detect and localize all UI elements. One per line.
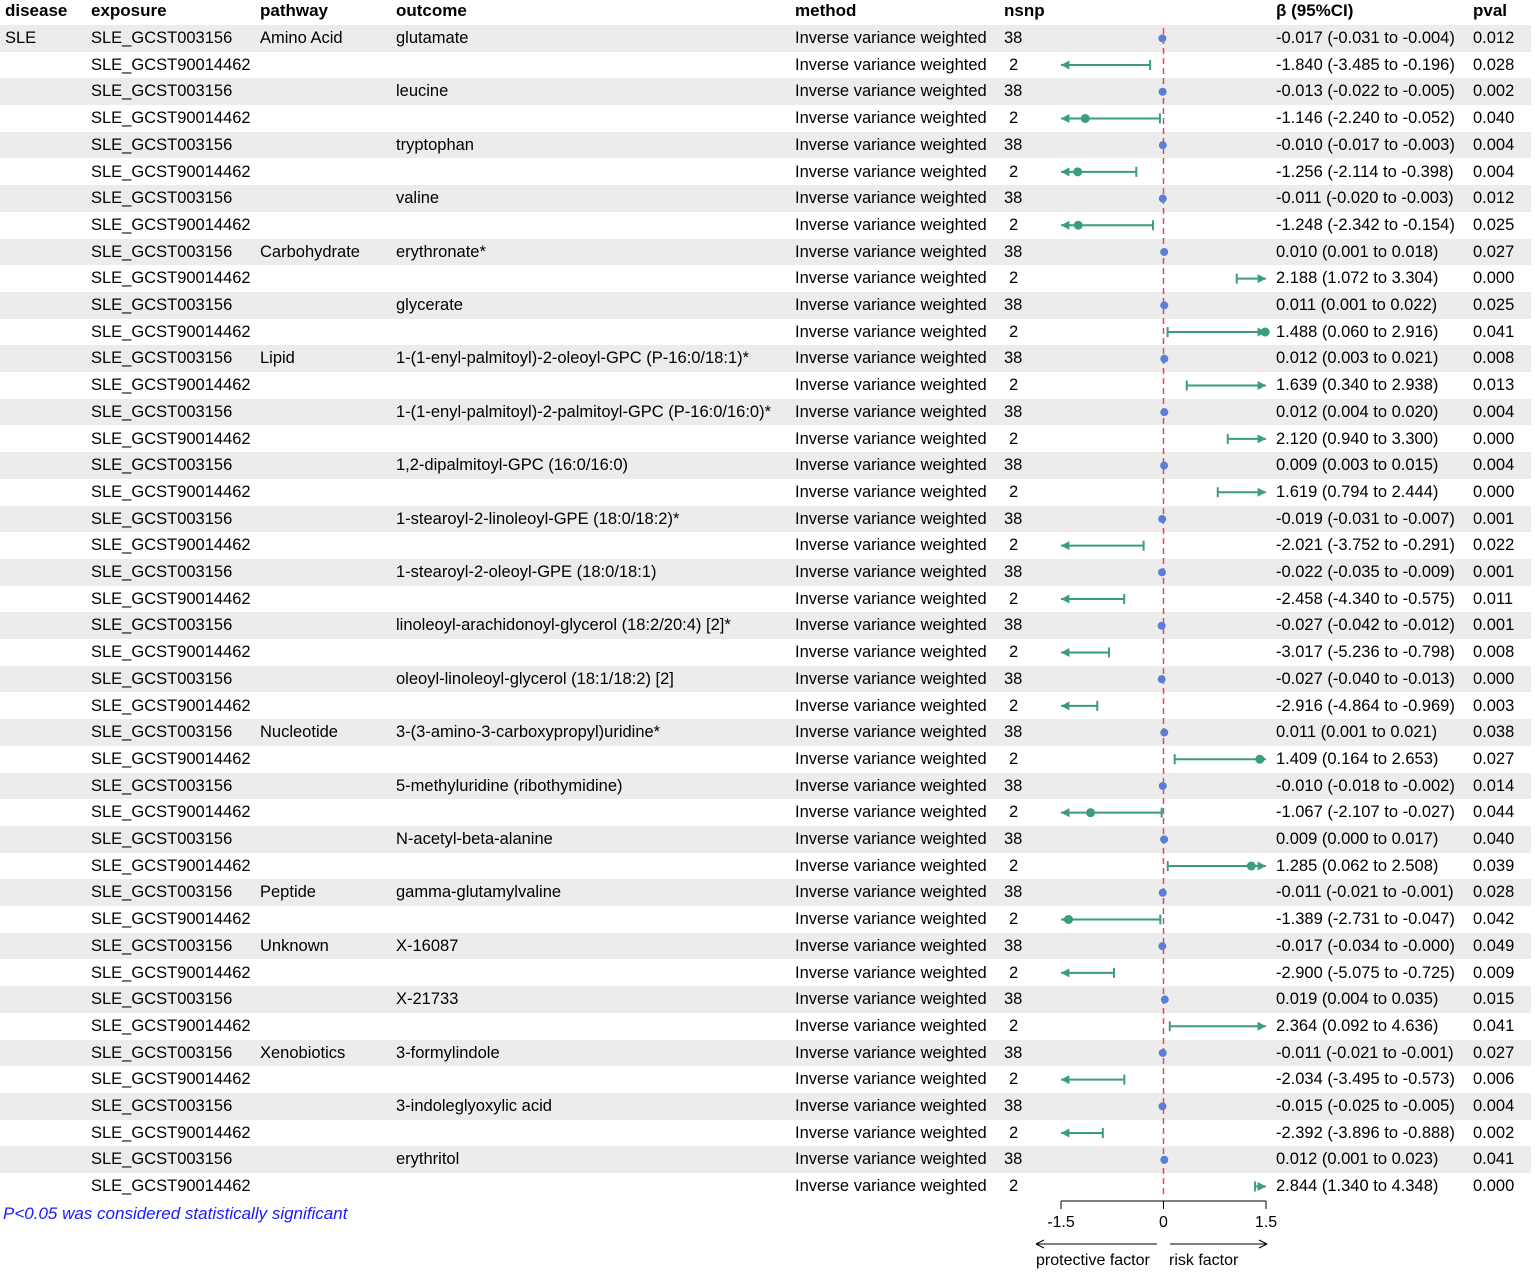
point-estimate <box>1160 461 1169 470</box>
ci-arrow-left <box>1061 60 1070 70</box>
point-estimate <box>1158 141 1167 150</box>
ci-arrow-left <box>1061 113 1070 123</box>
ci-arrow-left <box>1061 1075 1070 1085</box>
point-estimate <box>1158 194 1167 203</box>
point-estimate <box>1157 675 1166 684</box>
point-estimate <box>1160 995 1169 1004</box>
ci-arrow-right <box>1257 487 1266 497</box>
point-estimate <box>1158 34 1167 43</box>
point-estimate <box>1073 220 1083 230</box>
ci-arrow-left <box>1061 647 1070 657</box>
point-estimate <box>1158 1048 1167 1057</box>
ci-arrow-left <box>1061 220 1070 230</box>
point-estimate <box>1080 113 1090 123</box>
ci-arrow-right <box>1257 434 1266 444</box>
point-estimate <box>1158 514 1167 523</box>
point-estimate <box>1160 301 1169 310</box>
ci-arrow-left <box>1061 808 1070 818</box>
risk-factor-label: risk factor <box>1169 1252 1239 1269</box>
point-estimate <box>1158 1102 1167 1111</box>
ci-arrow-right <box>1257 1181 1266 1191</box>
point-estimate <box>1160 247 1169 256</box>
point-estimate <box>1246 861 1256 871</box>
point-estimate <box>1064 914 1074 924</box>
point-estimate <box>1160 835 1169 844</box>
point-estimate <box>1158 942 1167 951</box>
x-tick-label: 1.5 <box>1255 1214 1277 1231</box>
protective-factor-label: protective factor <box>1036 1252 1151 1269</box>
x-tick-label: -1.5 <box>1047 1214 1075 1231</box>
ci-arrow-right <box>1257 274 1266 284</box>
point-estimate <box>1158 888 1167 897</box>
point-estimate <box>1073 167 1083 177</box>
point-estimate <box>1255 754 1265 764</box>
point-estimate <box>1157 568 1166 577</box>
point-estimate <box>1160 408 1169 417</box>
ci-arrow-left <box>1061 594 1070 604</box>
point-estimate <box>1260 327 1270 337</box>
point-estimate <box>1160 354 1169 363</box>
ci-arrow-left <box>1061 701 1070 711</box>
forest-plot: -1.5 0 1.5 protective factor risk factor <box>1035 28 1277 1269</box>
point-estimate <box>1160 1155 1169 1164</box>
point-estimate <box>1158 87 1167 96</box>
point-estimate <box>1157 621 1166 630</box>
x-tick-label: 0 <box>1159 1214 1168 1231</box>
point-estimate <box>1158 781 1167 790</box>
footnote: P<0.05 was considered statistically sign… <box>3 1204 348 1223</box>
ci-arrow-right <box>1257 1021 1266 1031</box>
point-estimate <box>1160 728 1169 737</box>
ci-arrow-left <box>1061 541 1070 551</box>
ci-arrow-right <box>1257 380 1266 390</box>
ci-arrow-left <box>1061 167 1070 177</box>
point-estimate <box>1086 808 1096 818</box>
ci-arrow-left <box>1061 1128 1070 1138</box>
ci-arrow-right <box>1257 861 1266 871</box>
ci-arrow-left <box>1061 968 1070 978</box>
